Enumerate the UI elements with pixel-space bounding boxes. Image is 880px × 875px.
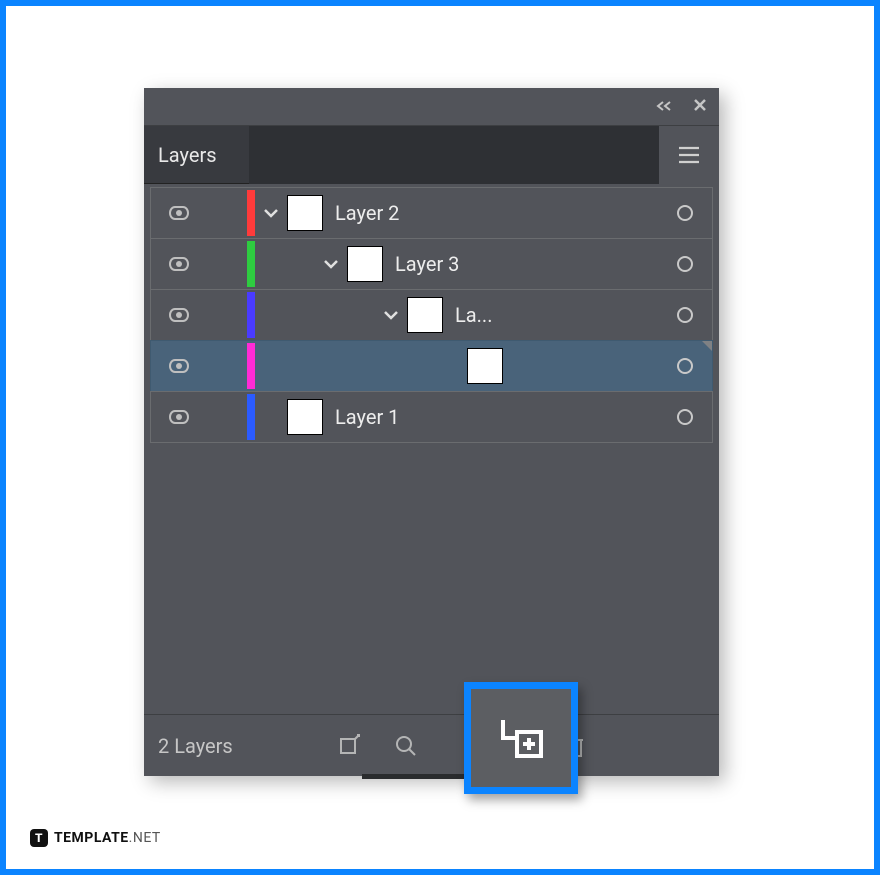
eye-icon	[169, 410, 189, 424]
layers-panel: Layers Layer 2 Layer 3 La... Layer 1 2 Laye…	[144, 88, 719, 776]
panel-titlebar	[144, 88, 719, 126]
layer-thumbnail	[407, 297, 443, 333]
collect-for-export-icon[interactable]	[322, 733, 378, 759]
target-layer-icon[interactable]	[658, 307, 712, 323]
brand-suffix: .NET	[129, 830, 161, 846]
expand-toggle[interactable]	[261, 207, 281, 219]
brand-main: TEMPLATE	[54, 830, 129, 846]
target-layer-icon[interactable]	[658, 358, 712, 374]
eye-icon	[169, 359, 189, 373]
layer-name-label: Layer 3	[395, 252, 459, 276]
layer-thumbnail	[347, 246, 383, 282]
layer-count-label: 2 Layers	[154, 734, 322, 758]
locate-object-icon[interactable]	[378, 733, 434, 759]
layer-content	[255, 348, 658, 384]
visibility-toggle[interactable]	[151, 257, 207, 271]
layer-row[interactable]: La...	[150, 289, 713, 341]
new-sublayer-highlight[interactable]	[464, 682, 578, 794]
layer-list: Layer 2 Layer 3 La... Layer 1	[144, 184, 719, 449]
layer-color-swatch	[247, 394, 255, 440]
visibility-toggle[interactable]	[151, 206, 207, 220]
visibility-toggle[interactable]	[151, 410, 207, 424]
layer-thumbnail	[287, 399, 323, 435]
target-layer-icon[interactable]	[658, 256, 712, 272]
layer-row[interactable]	[150, 340, 713, 392]
layer-color-swatch	[247, 343, 255, 389]
eye-icon	[169, 206, 189, 220]
layer-content: Layer 3	[255, 246, 658, 282]
layer-color-swatch	[247, 241, 255, 287]
tab-layers[interactable]: Layers	[144, 126, 249, 184]
brand-mark-icon: T	[30, 829, 48, 847]
eye-icon	[169, 257, 189, 271]
expand-toggle[interactable]	[381, 309, 401, 321]
layer-row[interactable]: Layer 1	[150, 391, 713, 443]
layer-row[interactable]: Layer 2	[150, 187, 713, 239]
layer-name-label: La...	[455, 303, 492, 327]
layer-thumbnail	[287, 195, 323, 231]
layer-content: Layer 2	[255, 195, 658, 231]
eye-icon	[169, 308, 189, 322]
layer-color-swatch	[247, 292, 255, 338]
layer-name-label: Layer 2	[335, 201, 399, 225]
panel-menu-icon[interactable]	[659, 126, 719, 184]
target-layer-icon[interactable]	[658, 409, 712, 425]
layer-name-label: Layer 1	[335, 405, 399, 429]
visibility-toggle[interactable]	[151, 308, 207, 322]
panel-footer: 2 Layers	[144, 714, 719, 776]
layer-content: La...	[255, 297, 658, 333]
panel-tabs: Layers	[144, 126, 719, 184]
tab-strip	[249, 126, 659, 184]
visibility-toggle[interactable]	[151, 359, 207, 373]
expand-toggle[interactable]	[321, 258, 341, 270]
target-layer-icon[interactable]	[658, 205, 712, 221]
layer-row[interactable]: Layer 3	[150, 238, 713, 290]
layer-color-swatch	[247, 190, 255, 236]
template-net-logo: T TEMPLATE .NET	[30, 829, 161, 847]
close-panel-icon[interactable]	[693, 97, 707, 116]
collapse-panel-icon[interactable]	[655, 97, 673, 116]
tab-label: Layers	[158, 143, 217, 167]
layer-content: Layer 1	[255, 399, 658, 435]
layer-thumbnail	[467, 348, 503, 384]
